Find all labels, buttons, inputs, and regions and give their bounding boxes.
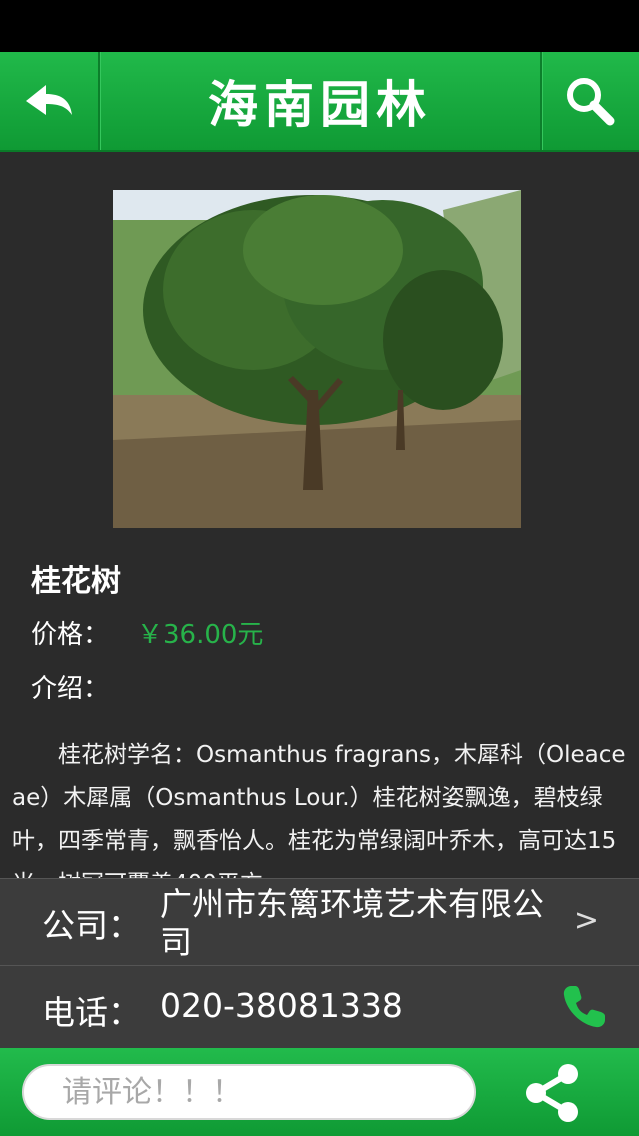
price-label: 价格： (31, 620, 110, 650)
bottom-bar (0, 1048, 639, 1136)
product-description: 桂花树学名：Osmanthus fragrans，木犀科（Oleaceae）木犀… (12, 742, 626, 878)
description-scroll[interactable]: 桂花树学名：Osmanthus fragrans，木犀科（Oleaceae）木犀… (0, 730, 639, 878)
share-icon[interactable] (520, 1060, 586, 1126)
back-arrow-icon (26, 85, 72, 115)
phone-label: 电话： (42, 993, 141, 1032)
page-title: 海南园林 (208, 75, 432, 134)
search-button[interactable] (541, 52, 639, 150)
status-bar (0, 0, 639, 52)
phone-icon[interactable] (559, 982, 609, 1032)
app-header: 海南园林 (0, 52, 639, 152)
phone-row[interactable]: 电话： 020-38081338 (0, 965, 639, 1049)
phone-number: 020-38081338 (160, 986, 403, 1025)
back-button[interactable] (0, 52, 98, 150)
comment-input[interactable] (22, 1064, 476, 1120)
company-label: 公司： (42, 906, 141, 945)
search-icon (567, 78, 615, 126)
company-name: 广州市东篱环境艺术有限公司 (160, 885, 545, 961)
price-value: ￥36.00元 (137, 620, 264, 650)
product-photo (113, 190, 521, 528)
intro-label: 介绍： (31, 674, 110, 704)
product-name: 桂花树 (31, 564, 121, 599)
company-row[interactable]: 公司： 广州市东篱环境艺术有限公司 > (0, 878, 639, 966)
chevron-right-icon: > (573, 903, 599, 938)
